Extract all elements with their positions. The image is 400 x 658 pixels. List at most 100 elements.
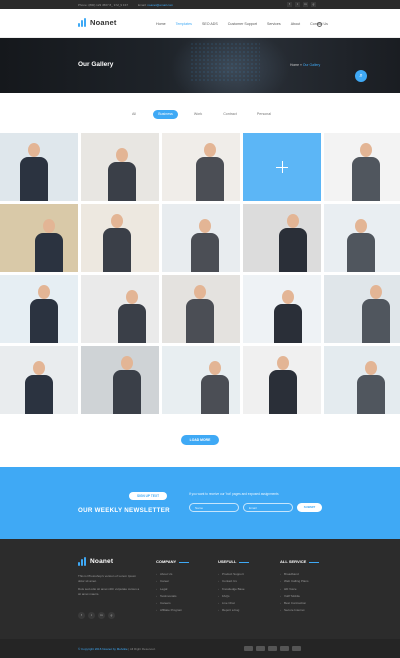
gallery-item[interactable] bbox=[162, 204, 240, 272]
footer-link[interactable]: Career bbox=[156, 579, 189, 586]
load-more-button[interactable]: LOAD MORE bbox=[181, 435, 219, 445]
footer-link[interactable]: Best Contraction bbox=[280, 601, 319, 608]
footer-link[interactable]: Web Calling Plans bbox=[280, 579, 319, 586]
gallery-item[interactable] bbox=[0, 204, 78, 272]
photo-person-head bbox=[43, 219, 55, 233]
gallery-item[interactable] bbox=[0, 275, 78, 343]
filter-contract[interactable]: Contract bbox=[218, 110, 242, 119]
photo-person-head bbox=[33, 361, 45, 375]
footer-logo[interactable]: Noanet bbox=[78, 557, 113, 566]
newsletter-name-field[interactable]: Name bbox=[189, 503, 239, 512]
page-hero: ⌕ bbox=[0, 38, 400, 93]
photo-person-body bbox=[357, 375, 385, 414]
gallery-item[interactable] bbox=[324, 133, 400, 201]
site-logo[interactable]: Noanet bbox=[78, 18, 117, 27]
gallery-item[interactable] bbox=[162, 133, 240, 201]
photo-person-head bbox=[111, 214, 123, 228]
footer-company-title: COMPANY bbox=[156, 559, 177, 564]
gallery-item[interactable] bbox=[324, 346, 400, 414]
menu-item-customer-support[interactable]: Customer Support bbox=[228, 22, 257, 26]
footer-twitter-icon[interactable]: t bbox=[88, 612, 95, 619]
main-menu: Home Templates SEO ADS Customer Support … bbox=[156, 22, 328, 26]
gallery-item[interactable] bbox=[243, 346, 321, 414]
footer-all-service-column: ALL SERVICE Broadband Web Calling Plans … bbox=[280, 559, 320, 616]
signup-badge[interactable]: SIGN UP TEXT bbox=[129, 492, 167, 500]
footer-link[interactable]: Secure Internet bbox=[280, 608, 319, 615]
footer-link[interactable]: About Us bbox=[156, 572, 189, 579]
footer-link[interactable]: Knowledge Base bbox=[218, 587, 249, 594]
footer-logo-mark-icon bbox=[78, 557, 87, 566]
facebook-icon[interactable]: f bbox=[287, 2, 292, 7]
google-plus-icon[interactable]: g bbox=[311, 2, 316, 7]
gallery-item[interactable] bbox=[0, 346, 78, 414]
gallery-item[interactable] bbox=[162, 346, 240, 414]
copyright-rest: | All Right Reserved. bbox=[127, 647, 156, 651]
footer-link[interactable]: FAQs bbox=[218, 594, 249, 601]
footer-google-plus-icon[interactable]: g bbox=[108, 612, 115, 619]
footer-link[interactable]: Live Chat bbox=[218, 601, 249, 608]
amex-icon bbox=[268, 646, 277, 651]
twitter-icon[interactable]: t bbox=[295, 2, 300, 7]
footer-link[interactable]: Contact Us bbox=[218, 579, 249, 586]
gallery-item[interactable] bbox=[243, 133, 321, 201]
breadcrumb: Home » Our Gallery bbox=[290, 63, 320, 67]
gallery-item[interactable] bbox=[243, 204, 321, 272]
logo-text: Noanet bbox=[90, 18, 117, 27]
zoom-plus-icon[interactable] bbox=[276, 161, 288, 173]
photo-person-body bbox=[201, 375, 229, 414]
gallery-item[interactable] bbox=[81, 133, 159, 201]
topbar-social: f t in g bbox=[287, 2, 316, 7]
footer-link[interactable]: Affiliate Program bbox=[156, 608, 189, 615]
filter-personal[interactable]: Personal bbox=[252, 110, 276, 119]
menu-item-seo-ads[interactable]: SEO ADS bbox=[202, 22, 218, 26]
gallery-item[interactable] bbox=[324, 204, 400, 272]
photo-person-body bbox=[186, 299, 214, 343]
footer-link[interactable]: VoIP Mobile bbox=[280, 594, 319, 601]
hero-search-icon[interactable]: ⌕ bbox=[355, 70, 367, 82]
photo-person-head bbox=[126, 290, 138, 304]
footer-link[interactable]: Product Support bbox=[218, 572, 249, 579]
copyright-text: © Copyright 2016 Noanet by Melvikie bbox=[78, 647, 128, 651]
gallery-item[interactable] bbox=[324, 275, 400, 343]
breadcrumb-home[interactable]: Home bbox=[290, 63, 299, 67]
gallery-item[interactable] bbox=[81, 275, 159, 343]
photo-person-head bbox=[121, 356, 133, 370]
menu-item-templates[interactable]: Templates bbox=[176, 22, 192, 26]
topbar-email-label: Email: bbox=[138, 3, 147, 7]
search-icon[interactable] bbox=[317, 22, 322, 27]
bottom-bar: © Copyright 2016 Noanet by Melvikie | Al… bbox=[0, 639, 400, 658]
footer-link[interactable]: Legal bbox=[156, 587, 189, 594]
gallery-item[interactable] bbox=[162, 275, 240, 343]
photo-person-body bbox=[35, 233, 63, 272]
footer-link[interactable]: HD Voice bbox=[280, 587, 319, 594]
gallery-item[interactable] bbox=[243, 275, 321, 343]
gallery-item[interactable] bbox=[0, 133, 78, 201]
footer-link[interactable]: Testimonials bbox=[156, 594, 189, 601]
gallery-filters: All Business Work Contract Personal bbox=[0, 110, 400, 120]
footer-link[interactable]: Report a bug bbox=[218, 608, 249, 615]
filter-business[interactable]: Business bbox=[153, 110, 178, 119]
photo-person-head bbox=[282, 290, 294, 304]
newsletter-email-field[interactable]: Email bbox=[243, 503, 293, 512]
footer-usefull-column: USEFULL Product Support Contact Us Knowl… bbox=[218, 559, 250, 616]
footer-linkedin-icon[interactable]: in bbox=[98, 612, 105, 619]
photo-person-head bbox=[38, 285, 50, 299]
linkedin-icon[interactable]: in bbox=[303, 2, 308, 7]
photo-person-body bbox=[118, 304, 146, 343]
filter-all[interactable]: All bbox=[124, 110, 144, 119]
photo-person-body bbox=[196, 157, 224, 201]
gallery-item[interactable] bbox=[81, 346, 159, 414]
footer: Noanet This is Photoshop's version of Lo… bbox=[0, 539, 400, 639]
menu-item-home[interactable]: Home bbox=[156, 22, 166, 26]
gallery-item[interactable] bbox=[81, 204, 159, 272]
menu-item-about[interactable]: About bbox=[291, 22, 300, 26]
breadcrumb-current: Our Gallery bbox=[302, 63, 321, 67]
footer-logo-text: Noanet bbox=[90, 558, 114, 565]
footer-link[interactable]: Broadband bbox=[280, 572, 319, 579]
menu-item-services[interactable]: Services bbox=[267, 22, 281, 26]
newsletter-submit-button[interactable]: SUBMIT bbox=[297, 503, 322, 512]
topbar-email[interactable]: noanet@email.com bbox=[147, 3, 173, 7]
filter-work[interactable]: Work bbox=[188, 110, 208, 119]
footer-link[interactable]: Careers bbox=[156, 601, 189, 608]
footer-facebook-icon[interactable]: f bbox=[78, 612, 85, 619]
